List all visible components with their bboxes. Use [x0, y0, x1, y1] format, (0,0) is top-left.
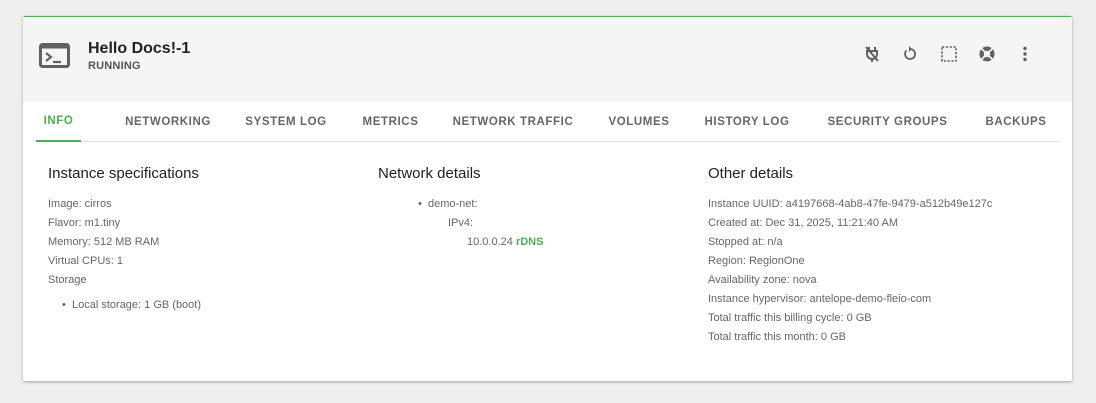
tab-networking[interactable]: NETWORKING: [116, 102, 220, 141]
terminal-icon: [39, 43, 70, 68]
network-name-label: demo-net:: [428, 198, 478, 210]
local-storage-label: Local storage: 1 GB (boot): [72, 299, 202, 311]
network-heading: Network details: [378, 165, 481, 182]
rescue-button[interactable]: [976, 43, 998, 65]
spec-vcpus: Virtual CPUs: 1: [48, 255, 123, 267]
restart-button[interactable]: [899, 43, 921, 65]
instance-specifications: Instance specifications Image: cirros Fl…: [48, 165, 201, 315]
resize-icon: [941, 46, 957, 62]
power-off-button[interactable]: [861, 43, 883, 65]
instance-card: Hello Docs!-1 RUNNING INFO NETWORKING SY…: [23, 16, 1072, 381]
stopped-at: Stopped at: n/a: [708, 236, 783, 248]
restart-icon: [904, 46, 916, 60]
resize-button[interactable]: [938, 43, 960, 65]
spec-local-storage: Local storage: 1 GB (boot): [48, 296, 201, 315]
other-heading: Other details: [708, 165, 794, 182]
availability-zone: Availability zone: nova: [708, 274, 817, 286]
region: Region: RegionOne: [708, 255, 805, 267]
tab-history-log[interactable]: HISTORY LOG: [698, 102, 796, 141]
created-at: Created at: Dec 31, 2025, 11:21:40 AM: [708, 217, 898, 229]
tab-metrics[interactable]: METRICS: [354, 102, 427, 141]
spec-flavor: Flavor: m1.tiny: [48, 217, 121, 229]
spec-memory: Memory: 512 MB RAM: [48, 236, 160, 248]
ip-address: 10.0.0.24: [467, 236, 513, 248]
spec-image: Image: cirros: [48, 198, 112, 210]
tab-security-groups[interactable]: SECURITY GROUPS: [817, 102, 958, 141]
tab-network-traffic[interactable]: NETWORK TRAFFIC: [446, 102, 580, 141]
traffic-month: Total traffic this month: 0 GB: [708, 331, 846, 343]
instance-uuid: Instance UUID: a4197668-4ab8-47fe-9479-a…: [708, 198, 993, 210]
instance-tabs: INFO NETWORKING SYSTEM LOG METRICS NETWO…: [36, 102, 1059, 142]
instance-name: Hello Docs!-1: [88, 40, 191, 57]
rdns-link[interactable]: rDNS: [516, 236, 544, 248]
instance-header: Hello Docs!-1 RUNNING: [23, 17, 1072, 102]
network-details: Network details demo-net: IPv4: 10.0.0.2…: [378, 165, 543, 252]
other-details: Other details Instance UUID: a4197668-4a…: [708, 165, 992, 347]
tab-backups[interactable]: BACKUPS: [977, 102, 1055, 141]
tab-volumes[interactable]: VOLUMES: [600, 102, 678, 141]
instance-hypervisor: Instance hypervisor: antelope-demo-fleio…: [708, 293, 932, 305]
tab-system-log[interactable]: SYSTEM LOG: [237, 102, 335, 141]
spec-storage: Storage: [48, 274, 87, 286]
ip-address-row: 10.0.0.24 rDNS: [378, 233, 543, 252]
network-name: demo-net:: [378, 195, 543, 214]
more-vert-icon: [1023, 46, 1027, 62]
ip-version: IPv4:: [448, 217, 474, 229]
tab-info[interactable]: INFO: [36, 102, 81, 142]
power-off-icon: [865, 46, 879, 62]
traffic-billing-cycle: Total traffic this billing cycle: 0 GB: [708, 312, 872, 324]
instance-status: RUNNING: [88, 60, 141, 72]
specs-heading: Instance specifications: [48, 165, 199, 182]
lifebuoy-icon: [979, 46, 995, 62]
more-options-button[interactable]: [1014, 43, 1036, 65]
